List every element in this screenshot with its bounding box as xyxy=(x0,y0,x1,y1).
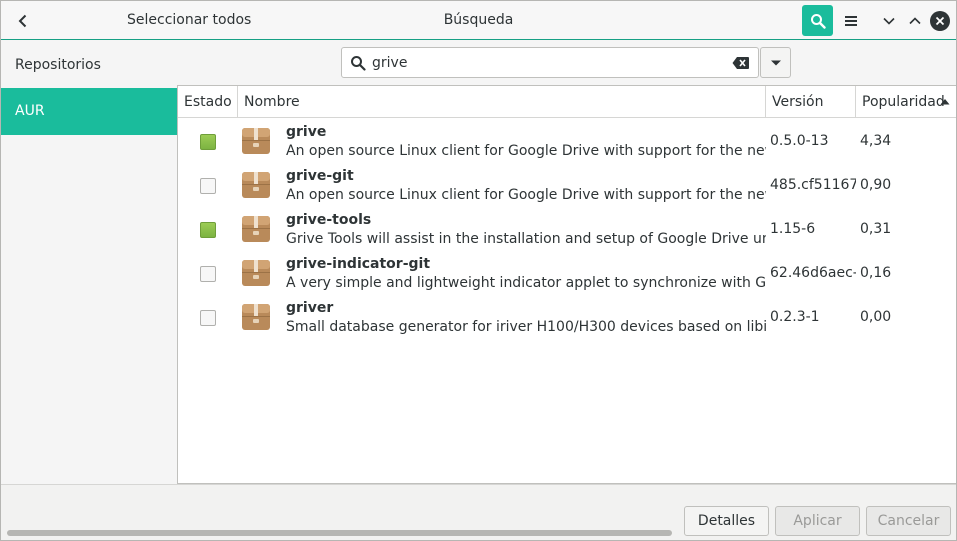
table-row[interactable]: grive An open source Linux client for Goo… xyxy=(178,119,956,163)
table-header: Estado Nombre Versión Popularidad xyxy=(178,86,956,118)
chevron-left-icon xyxy=(18,14,27,28)
cancel-button[interactable]: Cancelar xyxy=(866,506,951,536)
select-all-button[interactable]: Seleccionar todos xyxy=(127,12,251,28)
chevron-down-icon xyxy=(883,17,895,25)
package-popularity: 0,00 xyxy=(860,309,892,325)
search-input[interactable] xyxy=(372,53,722,73)
maximize-button[interactable] xyxy=(903,9,927,33)
table-row[interactable]: grive-git An open source Linux client for… xyxy=(178,163,956,207)
chevron-up-icon xyxy=(909,17,921,25)
package-version: 0.2.3-1 xyxy=(770,309,820,325)
package-icon xyxy=(241,126,271,156)
package-description: An open source Linux client for Google D… xyxy=(286,187,766,203)
table-row[interactable]: grive-tools Grive Tools will assist in th… xyxy=(178,207,956,251)
package-version: 485.cf51167-1 xyxy=(770,177,856,193)
sidebar-header: Repositorios xyxy=(15,57,101,73)
package-popularity: 4,34 xyxy=(860,133,892,149)
backspace-clear-icon[interactable] xyxy=(732,56,750,70)
table-row[interactable]: grive-indicator-git A very simple and lig… xyxy=(178,251,956,295)
column-header-estado[interactable]: Estado xyxy=(178,86,238,118)
minimize-button[interactable] xyxy=(877,9,901,33)
sidebar-item-aur[interactable]: AUR xyxy=(1,88,177,135)
hamburger-menu-icon xyxy=(845,16,857,26)
column-header-popularidad-label: Popularidad xyxy=(862,94,945,110)
package-popularity: 0,16 xyxy=(860,265,892,281)
column-header-popularidad[interactable]: Popularidad xyxy=(856,86,956,118)
search-toggle-button[interactable] xyxy=(802,5,833,36)
package-popularity: 0,90 xyxy=(860,177,892,193)
apply-button[interactable]: Aplicar xyxy=(775,506,860,536)
package-description: A very simple and lightweight indicator … xyxy=(286,275,766,291)
sidebar: Repositorios AUR xyxy=(1,41,177,484)
search-field[interactable] xyxy=(341,47,759,78)
table-row[interactable]: griver Small database generator for irive… xyxy=(178,295,956,339)
column-header-nombre[interactable]: Nombre xyxy=(238,86,766,118)
install-checkbox[interactable] xyxy=(200,266,216,282)
search-options-dropdown[interactable] xyxy=(760,47,791,78)
back-button[interactable] xyxy=(11,9,35,33)
package-name: grive-git xyxy=(286,168,354,184)
package-description: Grive Tools will assist in the installat… xyxy=(286,231,766,247)
header-bar: Seleccionar todos Búsqueda xyxy=(1,1,956,40)
bottom-bar: Detalles Aplicar Cancelar xyxy=(1,484,956,540)
close-button[interactable] xyxy=(928,9,952,33)
package-name: grive-tools xyxy=(286,212,372,228)
package-table: Estado Nombre Versión Popularidad grive A… xyxy=(177,85,956,484)
package-icon xyxy=(241,170,271,200)
package-icon xyxy=(241,302,271,332)
package-version: 1.15-6 xyxy=(770,221,816,237)
horizontal-scrollbar[interactable] xyxy=(7,530,672,536)
package-name: grive-indicator-git xyxy=(286,256,431,272)
pamac-window: Seleccionar todos Búsqueda grive Reposit… xyxy=(0,0,957,541)
menu-button[interactable] xyxy=(839,9,863,33)
triangle-down-icon xyxy=(770,60,781,65)
package-description: An open source Linux client for Google D… xyxy=(286,143,766,159)
install-checkbox[interactable] xyxy=(200,310,216,326)
search-icon xyxy=(810,13,826,29)
install-checkbox[interactable] xyxy=(200,178,216,194)
package-icon xyxy=(241,258,271,288)
close-icon xyxy=(930,11,950,31)
package-name: grive xyxy=(286,124,327,140)
install-checkbox[interactable] xyxy=(200,222,216,238)
package-popularity: 0,31 xyxy=(860,221,892,237)
package-description: Small database generator for iriver H100… xyxy=(286,319,766,335)
column-header-version[interactable]: Versión xyxy=(766,86,856,118)
package-name: griver xyxy=(286,300,334,316)
details-button[interactable]: Detalles xyxy=(684,506,769,536)
search-icon xyxy=(351,56,366,71)
package-version: 0.5.0-13 xyxy=(770,133,829,149)
package-icon xyxy=(241,214,271,244)
install-checkbox[interactable] xyxy=(200,134,216,150)
sort-ascending-icon xyxy=(940,99,950,105)
package-version: 62.46d6aec-1 xyxy=(770,265,856,281)
